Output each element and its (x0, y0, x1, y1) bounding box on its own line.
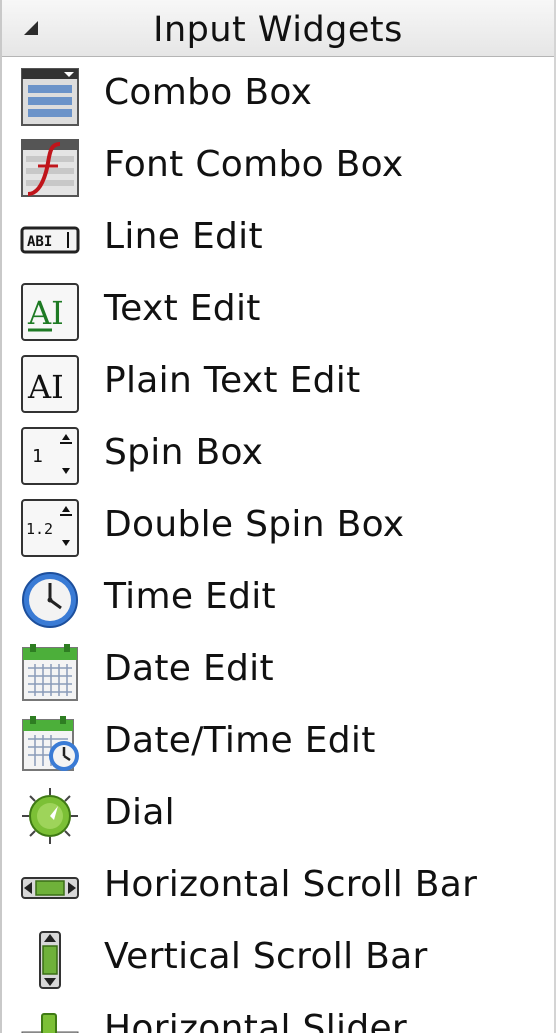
widget-item-label: Vertical Scroll Bar (104, 936, 428, 977)
dial-icon (20, 786, 80, 846)
vertical-scroll-bar-icon (20, 930, 80, 990)
double-spin-box-icon: 1.2 (20, 498, 80, 558)
svg-text:AI: AI (27, 368, 64, 406)
widget-item-spin-box[interactable]: 1 Spin Box (2, 420, 554, 492)
date-time-edit-icon (20, 714, 80, 774)
line-edit-icon: ABI (20, 210, 80, 270)
widget-item-label: Spin Box (104, 432, 264, 473)
category-title: Input Widgets (153, 10, 403, 50)
widget-item-label: Line Edit (104, 216, 263, 257)
widget-item-vertical-scroll-bar[interactable]: Vertical Scroll Bar (2, 924, 554, 996)
widget-item-date-edit[interactable]: Date Edit (2, 636, 554, 708)
widget-item-plain-text-edit[interactable]: AI Plain Text Edit (2, 348, 554, 420)
svg-text:1: 1 (32, 446, 43, 467)
svg-text:1.2: 1.2 (26, 520, 53, 538)
plain-text-edit-icon: AI (20, 354, 80, 414)
widget-item-label: Horizontal Slider (104, 1008, 408, 1033)
category-header[interactable]: Input Widgets (2, 0, 554, 57)
date-edit-icon (20, 642, 80, 702)
widget-item-label: Time Edit (104, 576, 276, 617)
time-edit-icon (20, 570, 80, 630)
widget-item-font-combo-box[interactable]: Font Combo Box (2, 132, 554, 204)
widget-item-label: Date/Time Edit (104, 720, 376, 761)
spin-box-icon: 1 (20, 426, 80, 486)
widget-item-horizontal-scroll-bar[interactable]: Horizontal Scroll Bar (2, 852, 554, 924)
widget-item-label: Combo Box (104, 72, 313, 113)
widget-item-label: Plain Text Edit (104, 360, 361, 401)
widget-item-label: Date Edit (104, 648, 274, 689)
widget-item-label: Font Combo Box (104, 144, 404, 185)
widget-item-line-edit[interactable]: ABI Line Edit (2, 204, 554, 276)
widget-item-label: Double Spin Box (104, 504, 405, 545)
widget-item-label: Horizontal Scroll Bar (104, 864, 478, 905)
widget-item-text-edit[interactable]: AI Text Edit (2, 276, 554, 348)
svg-text:AI: AI (27, 294, 64, 332)
svg-text:ABI: ABI (27, 234, 52, 250)
widget-item-label: Dial (104, 792, 175, 833)
font-combo-box-icon (20, 138, 80, 198)
widget-item-double-spin-box[interactable]: 1.2 Double Spin Box (2, 492, 554, 564)
widget-item-horizontal-slider[interactable]: Horizontal Slider (2, 996, 554, 1033)
widget-item-combo-box[interactable]: Combo Box (2, 60, 554, 132)
combo-box-icon (20, 66, 80, 126)
horizontal-scroll-bar-icon (20, 858, 80, 918)
widget-item-date-time-edit[interactable]: Date/Time Edit (2, 708, 554, 780)
horizontal-slider-icon (20, 1002, 80, 1033)
widget-item-dial[interactable]: Dial (2, 780, 554, 852)
widget-box-panel: Input Widgets Combo Box Font Combo Box A… (0, 0, 556, 1033)
text-edit-icon: AI (20, 282, 80, 342)
widget-item-label: Text Edit (104, 288, 261, 329)
widget-item-time-edit[interactable]: Time Edit (2, 564, 554, 636)
